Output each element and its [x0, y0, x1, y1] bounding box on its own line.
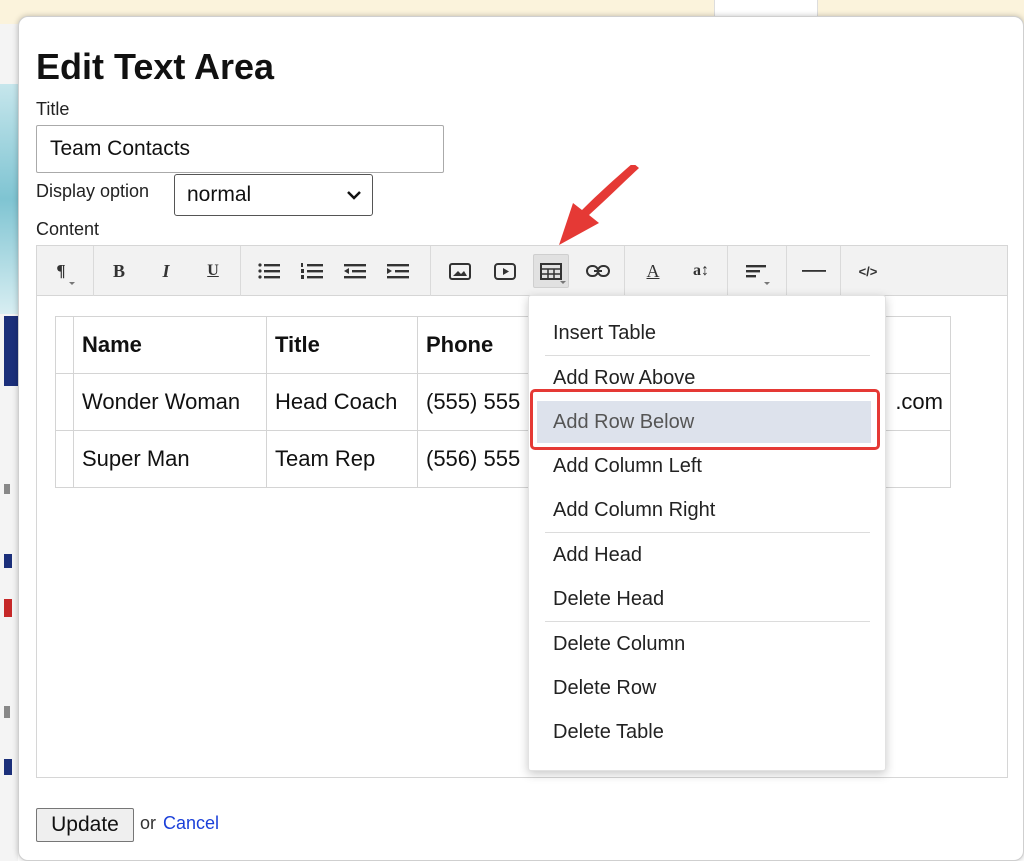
indent-button[interactable] [382, 254, 414, 288]
toolbar-separator [624, 246, 625, 296]
menu-item-delete-table[interactable]: Delete Table [537, 711, 871, 753]
table-cell[interactable]: Team Rep [266, 430, 418, 488]
background-nav-strip [4, 316, 18, 386]
title-input[interactable] [36, 125, 444, 173]
dialog-title: Edit Text Area [36, 46, 275, 87]
menu-item-insert-table[interactable]: Insert Table [537, 312, 871, 354]
font-size-icon: a↕ [693, 262, 709, 279]
paragraph-icon: ¶ [56, 261, 66, 280]
background-mark [4, 554, 12, 568]
toolbar-separator [430, 246, 431, 296]
bullet-list-button[interactable] [253, 254, 285, 288]
table-cell[interactable]: Super Man [73, 430, 267, 488]
indent-icon [387, 264, 409, 279]
image-icon [449, 262, 471, 280]
table-cell[interactable]: Head Coach [266, 373, 418, 431]
table-dropdown-menu: Insert Table Add Row Above Add Row Below… [528, 295, 886, 771]
italic-button[interactable]: I [150, 254, 182, 288]
display-option-label: Display option [36, 181, 150, 201]
toolbar-separator [240, 246, 241, 296]
editor-toolbar: ¶ B I U A a↕ </> [37, 246, 1007, 296]
menu-item-add-column-left[interactable]: Add Column Left [537, 445, 871, 487]
menu-divider [545, 355, 870, 356]
cell-text: (556) 555 [426, 446, 521, 471]
table-row-stub [55, 430, 74, 488]
outdent-icon [344, 264, 366, 279]
menu-item-add-head[interactable]: Add Head [537, 534, 871, 576]
align-icon [746, 265, 766, 278]
bold-button[interactable]: B [103, 254, 135, 288]
toolbar-separator [727, 246, 728, 296]
horizontal-rule-button[interactable] [798, 254, 830, 288]
background-mark [4, 706, 10, 718]
menu-item-add-column-right[interactable]: Add Column Right [537, 489, 871, 531]
italic-icon: I [162, 260, 170, 281]
video-icon [494, 262, 516, 280]
chevron-down-icon [347, 191, 361, 200]
code-view-icon: </> [858, 263, 878, 279]
background-mark [4, 599, 12, 617]
highlight-annotation-box [530, 389, 880, 450]
bold-icon: B [112, 260, 125, 281]
insert-video-button[interactable] [489, 254, 521, 288]
insert-image-button[interactable] [444, 254, 476, 288]
menu-item-delete-head[interactable]: Delete Head [537, 578, 871, 620]
cell-text: (555) 555 [426, 389, 521, 414]
paragraph-style-button[interactable]: ¶ [45, 254, 77, 288]
content-label: Content [36, 219, 100, 239]
dropdown-caret [560, 281, 566, 284]
update-button[interactable]: Update [36, 808, 134, 842]
table-header-cell[interactable]: Name [73, 316, 267, 374]
underline-icon: U [207, 262, 219, 279]
insert-link-button[interactable] [582, 254, 614, 288]
table-button[interactable] [533, 254, 569, 288]
title-label: Title [36, 99, 70, 119]
font-color-button[interactable]: A [637, 254, 669, 288]
font-color-icon: A [646, 260, 660, 281]
cell-text: Phone [426, 332, 494, 357]
background-mark [4, 759, 12, 775]
background-mark [4, 484, 10, 494]
table-cell[interactable]: (555) 555 [417, 373, 531, 431]
menu-item-delete-row[interactable]: Delete Row [537, 667, 871, 709]
bullet-list-icon [258, 263, 280, 279]
cancel-link[interactable]: Cancel [163, 813, 219, 834]
toolbar-separator [840, 246, 841, 296]
table-header-cell[interactable]: Phone [417, 316, 531, 374]
font-size-button[interactable]: a↕ [683, 254, 719, 288]
dropdown-caret [764, 282, 770, 285]
numbered-list-icon [301, 263, 323, 279]
background-image-strip [0, 84, 18, 314]
menu-divider [545, 532, 870, 533]
dropdown-caret [69, 282, 75, 285]
table-cell[interactable]: Wonder Woman [73, 373, 267, 431]
annotation-arrow-icon [559, 165, 639, 245]
or-text: or [140, 813, 157, 833]
horizontal-rule-icon [802, 270, 826, 272]
table-header-cell[interactable]: Title [266, 316, 418, 374]
outdent-button[interactable] [339, 254, 371, 288]
table-row-stub [55, 373, 74, 431]
display-option-value: normal [187, 183, 252, 206]
menu-item-delete-column[interactable]: Delete Column [537, 623, 871, 665]
table-row-stub [55, 316, 74, 374]
display-option-select[interactable]: normal [174, 174, 373, 216]
link-icon [586, 265, 610, 277]
underline-button[interactable]: U [197, 254, 229, 288]
align-button[interactable] [740, 254, 772, 288]
table-cell[interactable]: (556) 555 [417, 430, 531, 488]
menu-divider [545, 621, 870, 622]
table-icon [540, 262, 562, 280]
toolbar-separator [786, 246, 787, 296]
background-page-strip [0, 24, 18, 861]
toolbar-separator [93, 246, 94, 296]
numbered-list-button[interactable] [296, 254, 328, 288]
code-view-button[interactable]: </> [852, 254, 884, 288]
